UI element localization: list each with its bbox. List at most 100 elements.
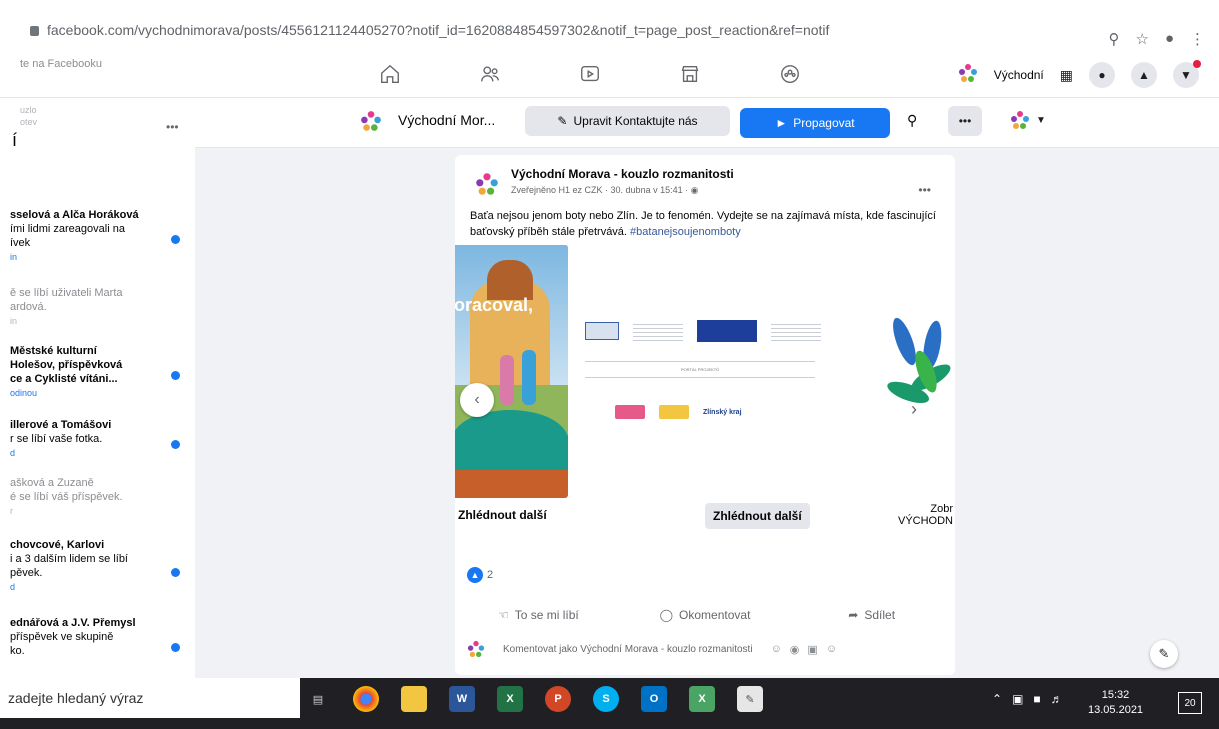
facebook-top-bar: te na Facebooku Východní ▦ ● ▲ ▼ — [0, 50, 1219, 98]
comment-tools: ☺ ◉ ▣ ☺ — [771, 643, 837, 656]
file-explorer-icon[interactable] — [401, 686, 427, 712]
page-logo-icon[interactable] — [958, 63, 978, 88]
nav-groups[interactable] — [740, 58, 840, 90]
excel-icon[interactable]: X — [497, 686, 523, 712]
word-icon[interactable]: W — [449, 686, 475, 712]
post-text: Baťa nejsou jenom boty nebo Zlín. Je to … — [470, 210, 936, 238]
unread-dot — [171, 643, 180, 652]
notification-item[interactable]: sselová a Alča Horáková ími lidmi zareag… — [10, 208, 160, 264]
card-photo-text: oracoval, — [455, 295, 534, 315]
share-button[interactable]: ➦ Sdílet — [788, 603, 955, 627]
unread-dot — [171, 235, 180, 244]
messenger-icon[interactable]: ● — [1089, 62, 1115, 88]
marketplace-icon — [681, 65, 699, 83]
star-icon[interactable]: ☆ — [1135, 30, 1148, 48]
like-button[interactable]: ☜ To se mi líbí — [455, 603, 622, 627]
bell-icon[interactable]: ▲ — [1131, 62, 1157, 88]
notification-item[interactable]: illerové a Tomášovi r se líbí vaše fotka… — [10, 418, 160, 460]
home-icon — [381, 64, 399, 83]
carousel-next-button[interactable]: › — [911, 399, 917, 420]
friends-icon — [481, 66, 499, 82]
comment-button[interactable]: ◯ Okomentovat — [622, 603, 789, 627]
search-icon[interactable]: ⚲ — [1108, 30, 1119, 48]
excel-file-icon[interactable]: X — [689, 686, 715, 712]
carousel-prev-button[interactable]: ‹ — [460, 383, 494, 417]
post-card: Východní Morava - kouzlo rozmanitosti Zv… — [455, 155, 955, 675]
eu-flag-logo — [697, 320, 757, 342]
network-icon[interactable]: ■ — [1033, 692, 1040, 706]
card-cta-2[interactable]: Zhlédnout další — [705, 503, 810, 529]
nav-marketplace[interactable] — [640, 58, 740, 90]
vychodni-morava-logo — [615, 405, 645, 419]
comment-composer: Komentovat jako Východní Morava - kouzlo… — [467, 640, 837, 658]
partner-logo — [659, 405, 689, 419]
address-bar[interactable]: facebook.com/vychodnimorava/posts/455612… — [30, 22, 829, 38]
main-nav — [340, 58, 840, 90]
tray-app-icon[interactable]: ▣ — [1012, 692, 1023, 706]
clock-date: 13.05.2021 — [1088, 704, 1144, 716]
camera-icon[interactable]: ◉ — [790, 643, 800, 656]
chevron-up-icon[interactable]: ⌃ — [992, 692, 1002, 706]
taskbar-clock[interactable]: 15:32 13.05.2021 — [1088, 688, 1143, 718]
notification-item[interactable]: ednářová a J.V. Přemysl příspěvek ve sku… — [10, 616, 160, 658]
account-menu-icon[interactable]: ▼ — [1173, 60, 1201, 88]
unread-dot — [171, 371, 180, 380]
page-header: Východní Mor... ✎ Upravit Kontaktujte nás… — [195, 98, 1219, 148]
card-cta-1[interactable]: Zhlédnout další — [458, 508, 547, 522]
nav-friends[interactable] — [440, 58, 540, 90]
notification-item[interactable]: chovcové, Karlovi i a 3 dalším lidem se … — [10, 538, 160, 594]
chrome-icon[interactable] — [353, 686, 379, 712]
page-switcher-name[interactable]: Východní — [994, 68, 1044, 82]
sticker-icon[interactable]: ☺ — [826, 643, 837, 656]
notification-item[interactable]: ašková a Zuzaně é se líbí váš příspěvek.… — [10, 476, 160, 518]
notification-item[interactable]: Městské kulturní Holešov, příspěvková ce… — [10, 344, 160, 400]
page-name[interactable]: Východní Mor... — [398, 112, 495, 128]
notification-item[interactable]: ě se líbí uživateli Marta ardová. in — [10, 286, 160, 328]
sidebar-top-text: uzlo otev — [20, 105, 38, 127]
menu-icon[interactable]: ⋮ — [1190, 30, 1205, 48]
sidebar-more-icon[interactable]: ••• — [166, 120, 179, 134]
paint-icon[interactable]: ✎ — [737, 686, 763, 712]
skype-icon[interactable]: S — [593, 686, 619, 712]
promote-button[interactable]: ► Propagovat — [740, 108, 890, 138]
post-options-icon[interactable]: ••• — [918, 183, 931, 197]
url-text: facebook.com/vychodnimorava/posts/455612… — [47, 22, 830, 38]
more-options-button[interactable]: ••• — [948, 106, 982, 136]
powerpoint-icon[interactable]: P — [545, 686, 571, 712]
windows-taskbar: zadejte hledaný výraz ▤ W X P S O X ✎ ⌃ … — [0, 678, 1219, 729]
carousel-card-photo[interactable]: oracoval, — [455, 245, 568, 498]
comment-input[interactable]: Komentovat jako Východní Morava - kouzlo… — [503, 644, 753, 655]
page-logo-icon[interactable] — [360, 110, 382, 137]
profile-switcher[interactable]: ▼ — [1010, 110, 1046, 130]
search-icon[interactable]: ⚲ — [907, 112, 917, 129]
system-tray: ⌃ ▣ ■ ♬ — [992, 692, 1063, 706]
edit-contact-button[interactable]: ✎ Upravit Kontaktujte nás — [525, 106, 730, 136]
taskbar-search-input[interactable]: zadejte hledaný výraz — [0, 678, 300, 718]
extension-icon[interactable]: ● — [1165, 30, 1174, 48]
carousel-card-logo[interactable] — [833, 245, 955, 498]
nav-home[interactable] — [340, 58, 440, 90]
clock-time: 15:32 — [1101, 689, 1130, 701]
reaction-count: 2 — [487, 569, 494, 581]
card-cta-3[interactable]: Zobr VÝCHODN — [883, 503, 953, 527]
speaker-icon[interactable]: ♬ — [1051, 692, 1063, 706]
new-message-icon[interactable]: ✎ — [1150, 640, 1178, 668]
carousel-card-logos[interactable]: PORTÁL PROJEKTŮ Zlínský kraj — [575, 245, 857, 498]
nav-watch[interactable] — [540, 58, 640, 90]
post-author[interactable]: Východní Morava - kouzlo rozmanitosti — [511, 167, 734, 181]
apps-grid-icon[interactable]: ▦ — [1060, 67, 1073, 84]
taskbar-apps: ▤ W X P S O X ✎ — [305, 686, 763, 712]
comment-icon: ◯ — [659, 608, 674, 622]
post-actions: ☜ To se mi líbí ◯ Okomentovat ➦ Sdílet — [455, 603, 955, 627]
gif-icon[interactable]: ▣ — [807, 643, 817, 656]
emoji-icon[interactable]: ☺ — [771, 643, 782, 656]
hashtag-link[interactable]: #batanejsoujenomboty — [630, 226, 741, 238]
action-center-icon[interactable]: 20 — [1178, 692, 1202, 714]
outlook-icon[interactable]: O — [641, 686, 667, 712]
task-view-icon[interactable]: ▤ — [305, 686, 331, 712]
search-facebook-label[interactable]: te na Facebooku — [20, 58, 102, 70]
unread-dot — [171, 568, 180, 577]
author-avatar[interactable] — [475, 172, 499, 201]
pencil-icon: ✎ — [557, 114, 568, 128]
reaction-summary[interactable]: ▲ 2 — [467, 567, 493, 583]
